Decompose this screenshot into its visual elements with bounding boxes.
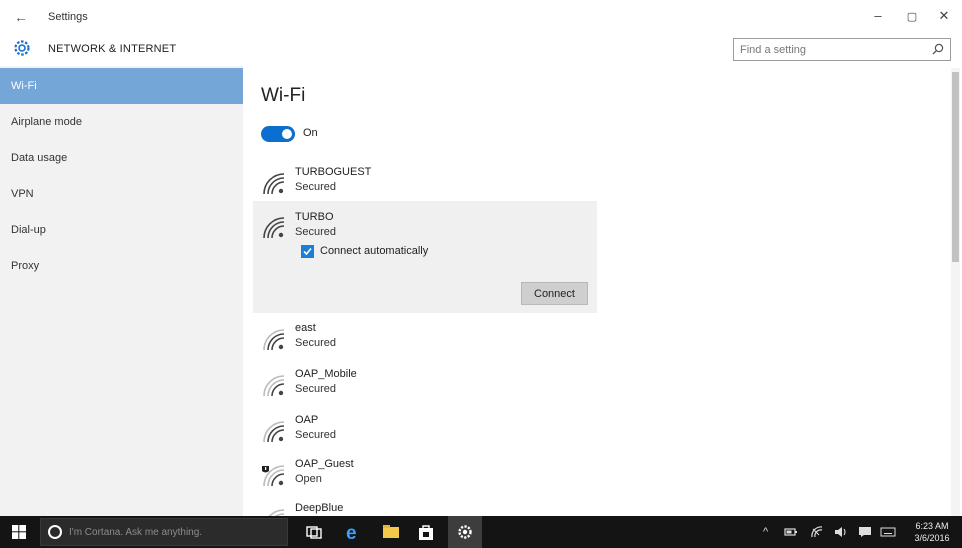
sidebar-item-proxy[interactable]: Proxy — [0, 248, 243, 284]
search-box[interactable] — [733, 38, 951, 61]
network-status: Secured — [295, 337, 336, 349]
network-tray-icon[interactable] — [810, 526, 824, 538]
wifi-toggle-label: On — [303, 127, 318, 139]
back-arrow-icon[interactable]: ← — [14, 9, 28, 25]
sidebar-item-dial-up[interactable]: Dial-up — [0, 212, 243, 248]
network-ssid: OAP_Guest — [295, 458, 354, 470]
wifi-signal-icon — [263, 217, 285, 239]
action-center-icon[interactable] — [858, 526, 872, 538]
network-gear-icon — [14, 40, 30, 56]
scrollbar[interactable] — [951, 68, 960, 516]
settings-taskbar-button[interactable] — [448, 516, 482, 548]
search-input[interactable] — [734, 39, 924, 60]
store-icon[interactable] — [417, 523, 435, 541]
windows-start-icon[interactable] — [12, 525, 26, 539]
network-status: Secured — [295, 226, 336, 238]
network-status: Open — [295, 473, 322, 485]
connect-automatically-checkbox[interactable] — [301, 245, 314, 258]
maximize-button[interactable]: ▢ — [902, 10, 922, 23]
keyboard-icon[interactable] — [880, 526, 896, 538]
wifi-toggle[interactable] — [261, 126, 295, 142]
wifi-signal-icon — [263, 421, 285, 443]
network-item-turbo[interactable]: TURBO Secured Connect automatically Conn… — [253, 201, 597, 313]
section-title: NETWORK & INTERNET — [48, 43, 177, 55]
network-ssid: east — [295, 322, 316, 334]
network-ssid: TURBOGUEST — [295, 166, 372, 178]
tray-chevron-icon[interactable]: ^ — [763, 526, 768, 538]
task-view-icon[interactable] — [305, 523, 323, 541]
network-item-deepblue[interactable]: DeepBlue — [261, 502, 561, 516]
minimize-button[interactable]: – — [868, 8, 888, 23]
search-icon[interactable] — [931, 42, 945, 56]
volume-icon[interactable] — [834, 526, 848, 538]
sidebar-item-vpn[interactable]: VPN — [0, 176, 243, 212]
taskbar-clock[interactable]: 6:23 AM 3/6/2016 — [908, 520, 956, 544]
clock-time: 6:23 AM — [915, 521, 949, 531]
connect-button[interactable]: Connect — [521, 282, 588, 305]
network-item-turboguest[interactable]: TURBOGUEST Secured — [261, 166, 561, 206]
page-title: Wi-Fi — [261, 85, 306, 106]
app-title: Settings — [48, 11, 88, 23]
sidebar: Wi-Fi Airplane mode Data usage VPN Dial-… — [0, 66, 243, 516]
network-status: Secured — [295, 181, 336, 193]
settings-header: NETWORK & INTERNET — [0, 34, 962, 66]
sidebar-item-wifi[interactable]: Wi-Fi — [0, 68, 243, 104]
network-item-oap-guest[interactable]: OAP_Guest Open — [261, 458, 561, 498]
title-bar: ← Settings – ▢ ✕ — [0, 0, 962, 34]
scrollbar-thumb[interactable] — [952, 72, 959, 262]
wifi-signal-icon — [263, 329, 285, 351]
close-button[interactable]: ✕ — [934, 8, 954, 24]
network-item-east[interactable]: east Secured — [261, 322, 561, 362]
file-explorer-icon[interactable] — [382, 523, 400, 541]
battery-icon[interactable] — [784, 526, 798, 538]
wifi-signal-icon — [263, 375, 285, 397]
network-status: Secured — [295, 429, 336, 441]
edge-browser-icon[interactable]: e — [344, 523, 362, 541]
network-ssid: OAP_Mobile — [295, 368, 357, 380]
network-ssid: DeepBlue — [295, 502, 344, 514]
wifi-signal-icon — [263, 173, 285, 195]
sidebar-item-airplane-mode[interactable]: Airplane mode — [0, 104, 243, 140]
network-status: Secured — [295, 383, 336, 395]
cortana-placeholder: I'm Cortana. Ask me anything. — [69, 527, 203, 538]
settings-gear-icon — [458, 525, 472, 539]
connect-automatically-label: Connect automatically — [320, 245, 429, 257]
network-item-oap[interactable]: OAP Secured — [261, 414, 561, 454]
sidebar-item-data-usage[interactable]: Data usage — [0, 140, 243, 176]
main-content: Wi-Fi On TURBOGUEST Secured TURBO Secure… — [243, 66, 962, 516]
cortana-ring-icon — [48, 525, 62, 539]
network-ssid: OAP — [295, 414, 319, 426]
wifi-signal-icon — [268, 509, 285, 516]
network-item-oap-mobile[interactable]: OAP_Mobile Secured — [261, 368, 561, 408]
cortana-search-box[interactable]: I'm Cortana. Ask me anything. — [40, 518, 288, 546]
toggle-knob — [282, 129, 292, 139]
open-network-warning-icon — [262, 465, 285, 487]
network-ssid: TURBO — [295, 211, 334, 223]
svg-text:e: e — [346, 523, 357, 541]
clock-date: 3/6/2016 — [914, 533, 950, 543]
taskbar: I'm Cortana. Ask me anything. e ^ 6:23 A… — [0, 516, 962, 548]
checkmark-icon — [303, 247, 312, 256]
